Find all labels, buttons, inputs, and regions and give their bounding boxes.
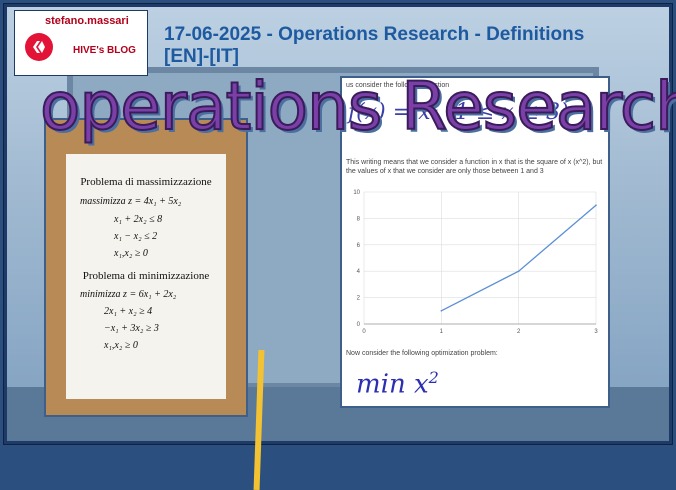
y-tick-label: 0 [357, 322, 361, 328]
y-tick-label: 10 [353, 190, 360, 196]
desk-photo: Problema di massimizzazione massimizza z… [44, 118, 265, 490]
max-title: Problema di massimizzazione [80, 176, 212, 188]
min-constraint-1: 2x₁ + x₂ ≥ 4 [104, 306, 153, 317]
max-constraint-2: x₁ − x₂ ≤ 2 [114, 231, 158, 242]
hive-logo-icon [25, 33, 53, 61]
function-chart: 0 2 4 6 8 10 0 1 2 3 [353, 190, 598, 335]
data-point [595, 204, 597, 206]
blog-label: HIVE's BLOG [73, 45, 136, 56]
data-point [517, 270, 520, 272]
max-constraint-3: x₁,x₂ ≥ 0 [114, 248, 148, 259]
x-tick-label: 0 [362, 329, 366, 335]
y-tick-label: 2 [357, 296, 361, 302]
description-text: This writing means that we consider a fu… [346, 159, 603, 175]
x-tick-label: 1 [440, 329, 444, 335]
consider-text: Now consider the following optimization … [346, 350, 498, 357]
handwritten-min: min x2 [356, 368, 439, 400]
handwritten-min-base: min x [356, 369, 429, 400]
lp-sheet: Problema di massimizzazione massimizza z… [66, 154, 226, 399]
data-point [440, 310, 443, 312]
min-objective: minimizza z = 6x₁ + 2x₂ [80, 289, 177, 300]
x-tick-label: 2 [517, 329, 521, 335]
banner-title: operations Research [39, 67, 676, 146]
min-title: Problema di minimizzazione [82, 270, 210, 282]
author-name: stefano.massari [45, 15, 129, 27]
y-tick-label: 4 [357, 269, 361, 275]
y-tick-label: 6 [357, 243, 361, 249]
min-constraint-3: x₁,x₂ ≥ 0 [104, 340, 138, 351]
max-objective: massimizza z = 4x₁ + 5x₂ [80, 196, 182, 207]
x-tick-label: 3 [594, 329, 598, 335]
handwritten-min-exponent: 2 [428, 368, 439, 387]
y-tick-label: 8 [357, 216, 361, 222]
max-constraint-1: x₁ + 2x₂ ≤ 8 [114, 214, 163, 225]
author-badge: stefano.massari HIVE's BLOG [14, 10, 148, 76]
post-title: 17-06-2025 - Operations Research - Defin… [164, 24, 585, 67]
min-constraint-2: −x₁ + 3x₂ ≥ 3 [104, 323, 159, 334]
